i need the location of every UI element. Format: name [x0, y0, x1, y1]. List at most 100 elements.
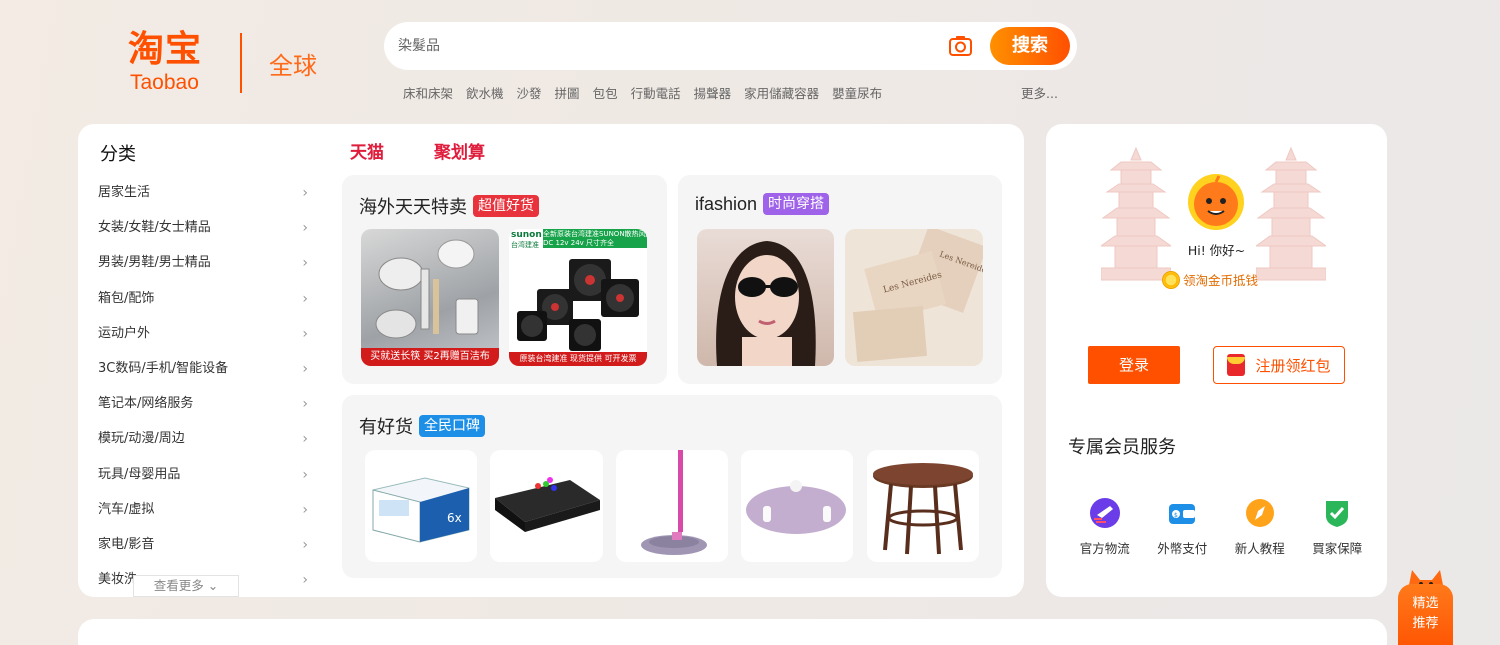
chevron-right-icon: › [302, 360, 308, 377]
fans-illustration [517, 259, 639, 351]
card-badge: 时尚穿搭 [763, 193, 830, 215]
category-item[interactable]: 箱包/配饰 › [98, 288, 308, 323]
mop-illustration [641, 450, 707, 555]
search-input[interactable] [398, 32, 918, 60]
product-image[interactable]: 6x [365, 450, 477, 562]
category-item[interactable]: 模玩/动漫/周边 › [98, 428, 308, 463]
category-label: 男装/男鞋/男士精品 [98, 255, 211, 271]
card-badge: 超值好货 [473, 195, 539, 217]
category-item[interactable]: 家电/影音 › [98, 534, 308, 569]
card-header: ifashion 时尚穿搭 [695, 193, 830, 215]
hotword-link[interactable]: 包包 [593, 83, 618, 101]
shield-icon [1326, 501, 1349, 527]
hotword-link[interactable]: 揚聲器 [694, 83, 732, 101]
shipping-icon [1089, 498, 1120, 528]
category-item[interactable]: 汽车/虚拟 › [98, 499, 308, 534]
service-shipping[interactable]: 官方物流 [1066, 496, 1144, 557]
service-protection[interactable]: 買家保障 [1299, 496, 1377, 557]
avatar[interactable] [1188, 174, 1244, 230]
product-image[interactable] [867, 450, 979, 562]
category-item[interactable]: 居家生活 › [98, 182, 308, 217]
chevron-down-icon: ⌄ [207, 578, 219, 593]
category-label: 笔记本/网络服务 [98, 396, 194, 412]
category-label: 箱包/配饰 [98, 290, 155, 306]
category-label: 居家生活 [98, 185, 151, 200]
chevron-right-icon: › [302, 185, 308, 201]
coin-link[interactable]: 领淘金币抵钱 [1162, 270, 1258, 289]
category-item[interactable]: 运动户外 › [98, 323, 308, 358]
card-badge: 全民口碑 [419, 415, 485, 437]
hotword-link[interactable]: 行動電話 [631, 83, 681, 101]
taobao-logo[interactable]: 淘宝 Taobao 全球 [128, 30, 328, 96]
logo-global-label: 全球 [269, 52, 317, 80]
category-label: 运动户外 [98, 325, 151, 341]
woman-sunglasses-illustration [716, 241, 816, 366]
login-button[interactable]: 登录 [1088, 346, 1180, 384]
pagoda-decoration [1101, 146, 1171, 281]
category-label: 玩具/母婴用品 [98, 466, 181, 482]
product-promo-text: 原装台湾建准 现货提供 可开发票 [509, 352, 647, 366]
camera-icon[interactable] [948, 34, 973, 58]
category-item[interactable]: 笔记本/网络服务 › [98, 393, 308, 428]
register-label: 注册领红包 [1255, 356, 1331, 375]
category-label: 汽车/虚拟 [98, 501, 155, 517]
tab-tmall[interactable]: 天猫 [350, 138, 384, 163]
category-item[interactable]: 3C数码/手机/智能设备 › [98, 358, 308, 393]
overseas-deals-card[interactable]: 海外天天特卖 超值好货 买就送长筷 买2再赠百洁布 全新原装台湾建准SUNON散… [342, 175, 667, 384]
category-label: 女装/女鞋/女士精品 [98, 220, 211, 236]
hotword-link[interactable]: 床和床架 [403, 83, 453, 101]
product-image[interactable] [490, 450, 603, 562]
chevron-right-icon: › [302, 396, 308, 413]
good-goods-card[interactable]: 有好货 全民口碑 6x [342, 395, 1002, 578]
hotwords-list: 床和床架 飲水機 沙發 拼圖 包包 行動電話 揚聲器 家用儲藏容器 嬰童尿布 [403, 83, 882, 101]
category-label: 美妆洗 [98, 572, 138, 588]
card-header: 海外天天特卖 超值好货 [359, 193, 539, 219]
svg-text:6x: 6x [447, 511, 462, 525]
coin-icon [1162, 270, 1180, 289]
service-payment[interactable]: $ 外幣支付 [1144, 496, 1222, 557]
hotword-link[interactable]: 飲水機 [466, 83, 504, 101]
service-label: 買家保障 [1312, 541, 1363, 556]
brand-tabs: 天猫 聚划算 [350, 138, 485, 163]
product-promo-text: 买就送长筷 买2再赠百洁布 [361, 348, 499, 366]
chevron-right-icon: › [302, 572, 308, 589]
card-title: 海外天天特卖 [359, 197, 467, 218]
ifashion-card[interactable]: ifashion 时尚穿搭 Les Nereides Les Nereides [678, 175, 1002, 384]
more-hotwords-link[interactable]: 更多... [1021, 83, 1058, 102]
service-label: 官方物流 [1079, 541, 1130, 556]
recommendation-panel [78, 619, 1387, 645]
product-image[interactable]: 买就送长筷 买2再赠百洁布 [361, 229, 499, 366]
see-more-button[interactable]: 查看更多 ⌄ [133, 575, 239, 597]
search-button[interactable]: 搜索 [990, 27, 1070, 65]
red-packet-icon [1227, 354, 1246, 376]
member-services-title: 专属会员服务 [1068, 437, 1176, 458]
chevron-right-icon: › [302, 501, 308, 518]
category-item[interactable]: 男装/男鞋/男士精品 › [98, 252, 308, 287]
featured-recommend-button[interactable]: 精选 推荐 [1398, 566, 1453, 645]
chevron-right-icon: › [302, 290, 308, 307]
user-panel: Hi! 你好~ 领淘金币抵钱 登录 注册领红包 专属会员服务 官方物流 $ 外幣… [1046, 124, 1387, 597]
chevron-right-icon: › [302, 325, 308, 342]
greeting-text: Hi! 你好~ [1187, 243, 1246, 258]
service-tutorial[interactable]: 新人教程 [1221, 496, 1299, 557]
register-button[interactable]: 注册领红包 [1213, 346, 1345, 384]
hotword-link[interactable]: 家用儲藏容器 [744, 83, 819, 101]
category-item[interactable]: 女装/女鞋/女士精品 › [98, 217, 308, 252]
main-panel: 分类 居家生活 › 女装/女鞋/女士精品 › 男装/男鞋/男士精品 › 箱包/配饰 › … [78, 124, 1024, 597]
category-item[interactable]: 玩具/母婴用品 › [98, 464, 308, 499]
chevron-right-icon: › [302, 255, 308, 272]
tab-juhuasuan[interactable]: 聚划算 [434, 138, 485, 163]
product-image[interactable] [697, 229, 834, 366]
logo-english: Taobao [130, 71, 199, 94]
product-image[interactable] [616, 450, 728, 562]
service-label: 新人教程 [1234, 541, 1285, 556]
category-label: 模玩/动漫/周边 [98, 431, 185, 447]
hotword-link[interactable]: 沙發 [517, 83, 542, 101]
product-image[interactable]: Les Nereides Les Nereides [845, 229, 983, 366]
hotword-link[interactable]: 嬰童尿布 [832, 83, 882, 101]
hotword-link[interactable]: 拼圖 [555, 83, 580, 101]
product-image[interactable]: 全新原装台湾建准SUNON散热风扇 DC 12v 24v 尺寸齐全 sunon … [509, 229, 647, 366]
product-image[interactable] [741, 450, 853, 562]
featured-line-2: 推荐 [1412, 616, 1439, 631]
beret-illustration [746, 480, 846, 534]
